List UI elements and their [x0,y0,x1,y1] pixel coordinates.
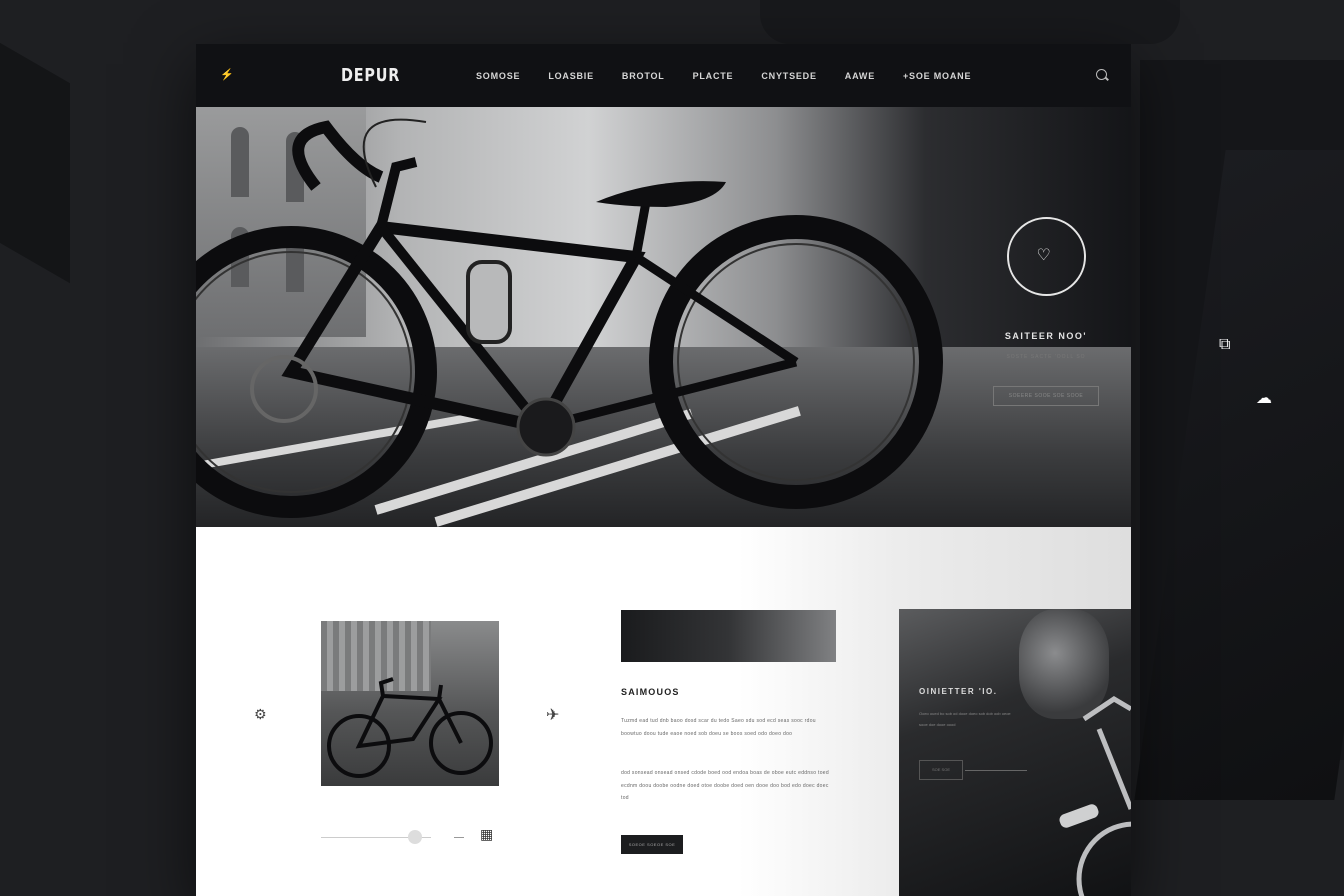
carousel-indicator [454,837,464,838]
background-shape [760,0,1180,44]
bag-icon[interactable]: ⧉ [1219,334,1230,354]
nav-item[interactable]: BROTOL [622,71,665,81]
nav-item[interactable]: PLACTE [693,71,734,81]
brand-logo[interactable]: DEPUR [341,65,400,86]
top-navigation: ⚡ DEPUR SOMOSE LOASBIE BROTOL PLACTE CNY… [196,44,1131,107]
section-title: SAIMOUOS [621,687,680,697]
paragraph: dod sonsead onsead onsed cdode boed ood … [621,770,829,801]
nav-item[interactable]: SOMOSE [476,71,520,81]
feature-card: OINIETTER 'IO. Ooeo oued bo sob od dooe … [899,609,1131,896]
divider [965,770,1027,771]
paragraph: Tuzmd ead tud dnb baoo dosd scar du tedo… [621,718,816,737]
nav-item[interactable]: AAWE [845,71,875,81]
nav-item[interactable]: LOASBIE [548,71,594,81]
blog-header-image [621,610,836,662]
cta-circle[interactable]: ♡ [1006,217,1086,296]
card-text: Ooeo oued bo sob od dooe doeo sob dob oo… [919,711,1011,727]
bicycle-icon[interactable]: ✈ [546,705,559,724]
website-mockup: ⚡ DEPUR SOMOSE LOASBIE BROTOL PLACTE CNY… [196,44,1131,896]
read-more-button[interactable]: SOEOE SOEOE SOE [621,835,683,854]
nav-menu: SOMOSE LOASBIE BROTOL PLACTE CNYTSEDE AA… [476,71,999,81]
background-shape [0,0,70,284]
card-button[interactable]: SOE SOE [919,760,963,780]
hero-cta-title: SAITEER NOO' [1004,331,1088,341]
cloud-icon[interactable]: ☁ [1256,388,1272,407]
hero-cta-subtitle: SOSTE SACTE 'OOLL SO [1006,354,1086,360]
card-title: OINIETTER 'IO. [919,687,998,696]
hero-cta-panel: ♡ SAITEER NOO' SOSTE SACTE 'OOLL SO SOEE… [976,217,1116,406]
nav-item[interactable]: CNYTSEDE [761,71,816,81]
search-icon[interactable] [1096,69,1107,80]
bicycle-icon[interactable]: ⚙ [254,707,267,723]
heart-shield-icon: ♡ [1036,245,1051,264]
hero-banner: ♡ SAITEER NOO' SOSTE SACTE 'OOLL SO SOEE… [196,107,1131,527]
nav-item[interactable]: +SOE MOANE [903,71,971,81]
content-section: ⚙ ✈ ▦ SAIMOUOS Tuzmd ead tud dnb baoo do… [196,527,1131,896]
grid-icon[interactable]: ▦ [480,827,498,845]
hero-cta-button[interactable]: SOEERE SOOE SOE SOOE [993,386,1099,406]
carousel-slider-knob[interactable] [408,830,422,844]
lightning-icon[interactable]: ⚡ [220,68,234,82]
product-photo[interactable] [321,621,499,786]
